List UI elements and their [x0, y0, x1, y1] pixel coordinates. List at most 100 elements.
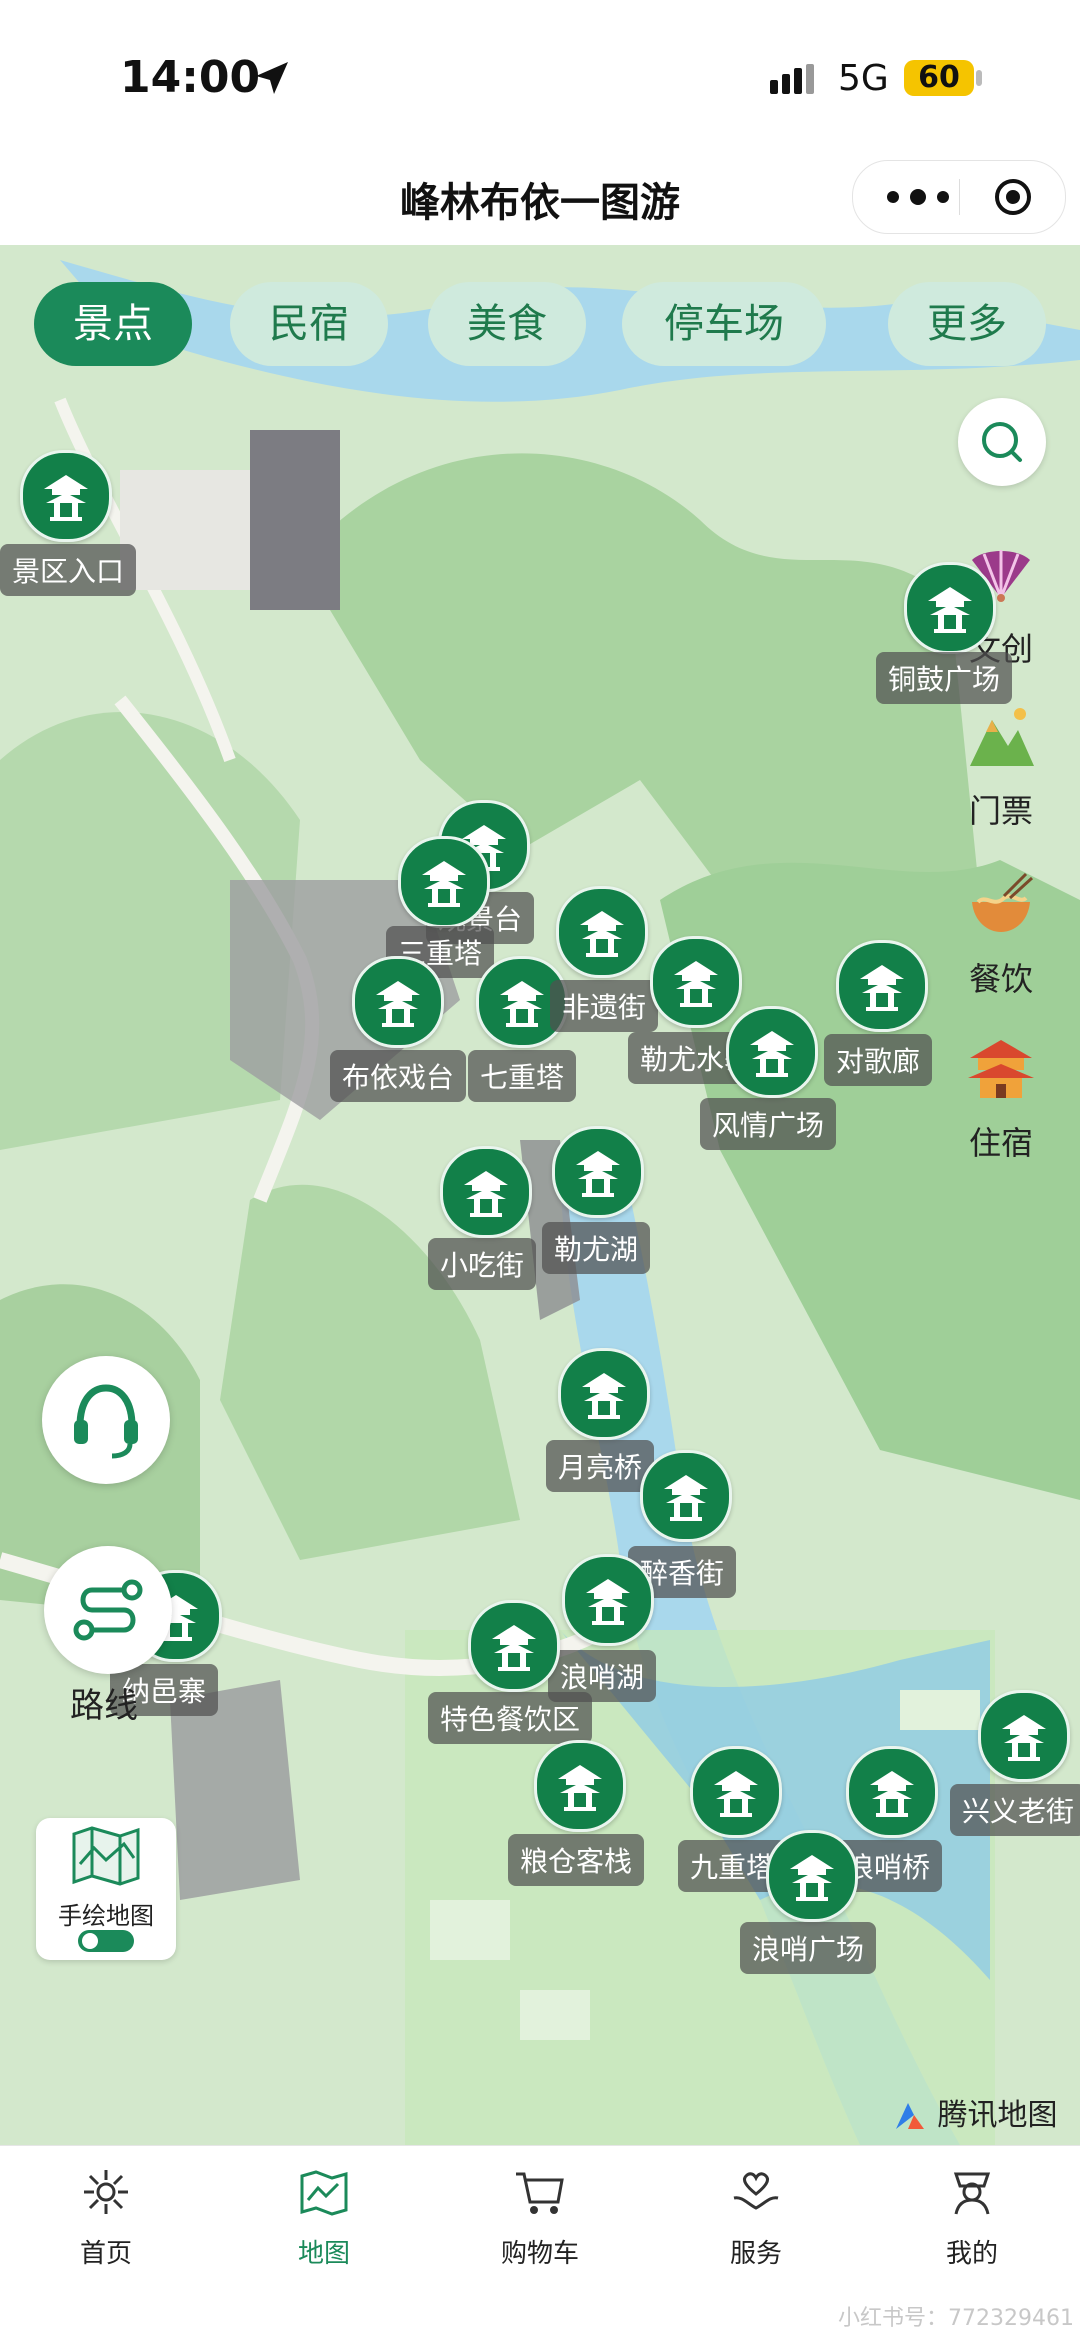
- spot-label[interactable]: 勒尤湖: [542, 1222, 651, 1274]
- chip-parking[interactable]: 停车场: [622, 282, 826, 366]
- shopping-cart-icon: [516, 2172, 564, 2214]
- pagoda-icon: [422, 861, 466, 907]
- miniprogram-capsule: [852, 160, 1066, 234]
- spot-label[interactable]: 月亮桥: [546, 1440, 655, 1492]
- location-arrow-icon: [256, 62, 288, 94]
- chip-more[interactable]: 更多: [888, 282, 1046, 366]
- pagoda-icon: [664, 1475, 708, 1521]
- tab-profile[interactable]: 我的: [902, 2164, 1042, 2270]
- side-item-label: 餐饮: [968, 960, 1033, 998]
- map-provider-logo: 腾讯地图: [892, 2090, 1058, 2135]
- pagoda-icon: [500, 981, 544, 1027]
- spot-label[interactable]: 兴义老街: [950, 1784, 1080, 1836]
- route-icon: [73, 1579, 143, 1641]
- spot-marker[interactable]: [904, 562, 996, 654]
- map-provider-name: 腾讯地图: [937, 2098, 1058, 2133]
- spot-label[interactable]: 七重塔: [468, 1050, 577, 1102]
- spot-label[interactable]: 布依戏台: [330, 1050, 467, 1102]
- pagoda-icon: [586, 1579, 630, 1625]
- spot-marker[interactable]: [440, 1146, 532, 1238]
- spot-marker[interactable]: [978, 1690, 1070, 1782]
- spot-label[interactable]: 风情广场: [700, 1098, 837, 1150]
- heart-hand-icon: [733, 2172, 779, 2210]
- spot-marker[interactable]: [640, 1450, 732, 1542]
- spot-marker[interactable]: [558, 1348, 650, 1440]
- pagoda-icon: [674, 961, 718, 1007]
- pagoda-icon: [492, 1625, 536, 1671]
- spot-marker[interactable]: [352, 956, 444, 1048]
- tab-cart[interactable]: 购物车: [470, 2164, 610, 2270]
- pagoda-icon: [870, 1771, 914, 1817]
- tab-label: 地图: [297, 2239, 350, 2269]
- spot-marker[interactable]: [468, 1600, 560, 1692]
- spot-marker[interactable]: [534, 1740, 626, 1832]
- spot-marker[interactable]: [20, 450, 112, 542]
- profile-icon: [953, 2172, 991, 2215]
- spot-marker[interactable]: [836, 940, 928, 1032]
- more-dots-icon[interactable]: [883, 187, 953, 207]
- spot-label[interactable]: 粮仓客栈: [508, 1834, 645, 1886]
- route-button[interactable]: [44, 1546, 172, 1674]
- side-item-lodging[interactable]: 住宿: [956, 1032, 1046, 1164]
- tab-map[interactable]: 地图: [254, 2164, 394, 2270]
- spot-marker[interactable]: [562, 1554, 654, 1646]
- pagoda-icon: [714, 1771, 758, 1817]
- pagoda-icon: [750, 1031, 794, 1077]
- pagoda-icon: [558, 1765, 602, 1811]
- chip-food[interactable]: 美食: [428, 282, 586, 366]
- spot-marker[interactable]: [766, 1830, 858, 1922]
- map-search-button[interactable]: [958, 398, 1046, 486]
- status-time: 14:00: [120, 52, 261, 103]
- headset-icon: [74, 1384, 138, 1459]
- map-icon: [300, 2170, 348, 2216]
- spot-marker[interactable]: [552, 1126, 644, 1218]
- handdrawn-map-label: 手绘地图: [58, 1902, 154, 1930]
- side-item-dining[interactable]: 餐饮: [956, 868, 1046, 1000]
- status-bar: 14:00 5G 60: [0, 0, 1080, 150]
- battery-cap: [976, 70, 982, 86]
- network-type: 5G: [838, 58, 889, 99]
- spot-label[interactable]: 非遗街: [550, 980, 659, 1032]
- spot-label[interactable]: 对歌廊: [824, 1034, 933, 1086]
- handdrawn-map-icon: [72, 1826, 140, 1886]
- customer-service-button[interactable]: [42, 1356, 170, 1484]
- spot-label[interactable]: 铜鼓广场: [876, 652, 1013, 704]
- watermark: 小红书号：772329461: [838, 2306, 1074, 2331]
- spot-marker[interactable]: [556, 886, 648, 978]
- route-label: 路线: [70, 1686, 138, 1726]
- pagoda-icon: [928, 587, 972, 633]
- pagoda-icon: [860, 965, 904, 1011]
- handdrawn-toggle-switch[interactable]: [78, 1930, 134, 1952]
- side-item-ticket[interactable]: 门票: [956, 700, 1046, 832]
- tab-home[interactable]: 首页: [36, 2164, 176, 2270]
- tencent-map-logo-icon: [896, 2102, 924, 2129]
- side-item-label: 住宿: [968, 1124, 1033, 1162]
- pagoda-icon: [376, 981, 420, 1027]
- spot-label[interactable]: 小吃街: [428, 1238, 537, 1290]
- spot-label[interactable]: 景区入口: [0, 544, 137, 596]
- title-bar: 峰林布依一图游: [0, 150, 1080, 245]
- pagoda-icon: [582, 1373, 626, 1419]
- spot-marker[interactable]: [846, 1746, 938, 1838]
- pagoda-icon: [580, 911, 624, 957]
- handdrawn-map-toggle[interactable]: 手绘地图: [36, 1818, 176, 1960]
- chip-homestay[interactable]: 民宿: [230, 282, 388, 366]
- search-icon: [982, 422, 1022, 462]
- home-pattern-icon: [84, 2170, 128, 2214]
- tab-label: 首页: [79, 2239, 132, 2269]
- noodle-bowl-icon: [972, 872, 1034, 932]
- spot-marker[interactable]: [726, 1006, 818, 1098]
- tab-label: 服务: [729, 2239, 782, 2269]
- chip-scenic-spots[interactable]: 景点: [34, 282, 192, 366]
- tab-services[interactable]: 服务: [686, 2164, 826, 2270]
- spot-marker[interactable]: [398, 836, 490, 928]
- pagoda-icon: [576, 1151, 620, 1197]
- spot-label[interactable]: 特色餐饮区: [428, 1692, 593, 1744]
- signal-icon: [770, 64, 814, 94]
- pagoda-icon: [44, 475, 88, 521]
- pagoda-icon: [1002, 1715, 1046, 1761]
- close-target-icon[interactable]: [993, 177, 1033, 217]
- spot-marker[interactable]: [690, 1746, 782, 1838]
- spot-label[interactable]: 浪哨广场: [740, 1922, 877, 1974]
- spot-marker[interactable]: [650, 936, 742, 1028]
